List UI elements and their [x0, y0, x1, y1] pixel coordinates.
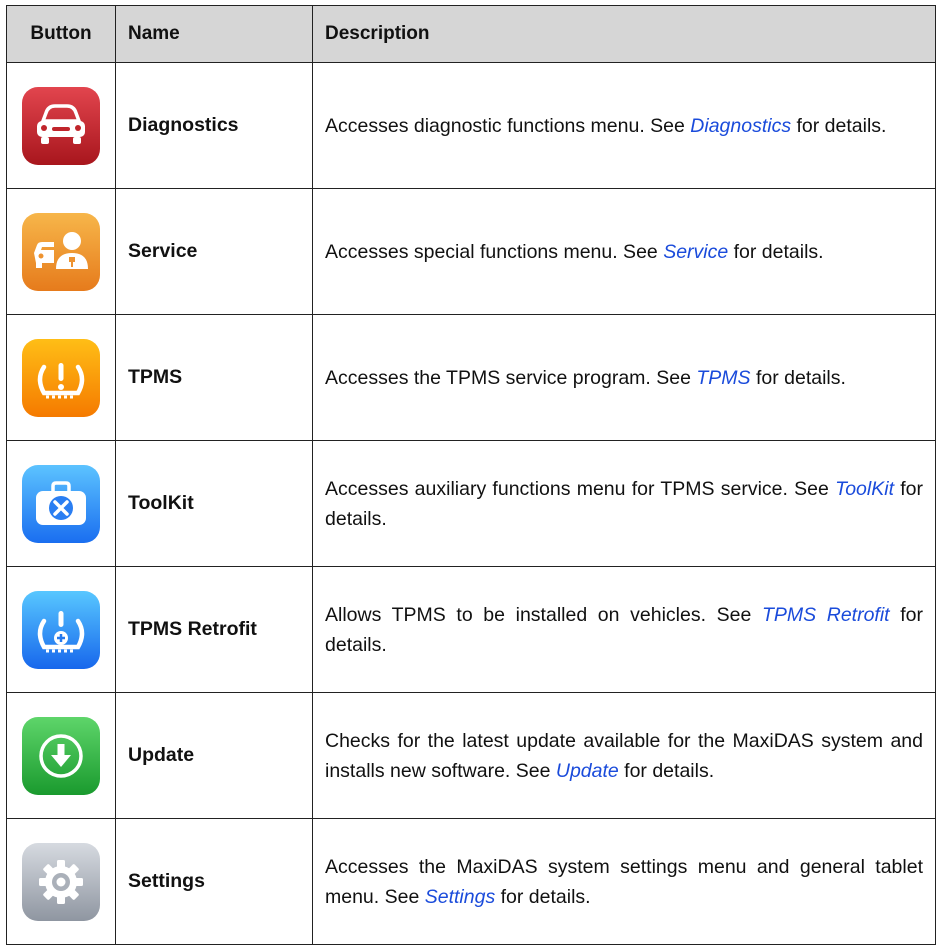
row-name: TPMS: [115, 314, 313, 441]
row-name: Settings: [115, 818, 313, 945]
description-text: for details.: [728, 240, 824, 263]
table-row: Update Checks for the latest update avai…: [6, 692, 936, 819]
description-text: for details.: [495, 885, 591, 908]
toolbox-icon[interactable]: [22, 464, 100, 543]
cross-reference-link[interactable]: ToolKit: [835, 478, 894, 500]
tire-retrofit-icon[interactable]: [22, 590, 100, 669]
car-mechanic-icon[interactable]: [22, 212, 100, 291]
description-text: for details.: [618, 759, 715, 782]
table-header-row: Button Name Description: [6, 5, 936, 63]
description-text: Accesses the MaxiDAS system settings men…: [325, 855, 923, 908]
table-row: TPMS Retrofit Allows TPMS to be installe…: [6, 566, 936, 693]
description-text: Allows TPMS to be installed on vehicles.…: [325, 603, 762, 626]
row-name: TPMS Retrofit: [115, 566, 313, 693]
row-name: ToolKit: [115, 440, 313, 567]
row-description: Accesses diagnostic functions menu. See …: [312, 62, 936, 189]
function-buttons-table: Button Name Description Diagnostics Acce…: [6, 5, 936, 945]
cross-reference-link[interactable]: Settings: [425, 886, 495, 908]
table-row: Service Accesses special functions menu.…: [6, 188, 936, 315]
row-name: Service: [115, 188, 313, 315]
table-row: Settings Accesses the MaxiDAS system set…: [6, 818, 936, 945]
row-description: Accesses the TPMS service program. See T…: [312, 314, 936, 441]
description-text: Accesses auxiliary functions menu for TP…: [325, 477, 836, 500]
gear-icon[interactable]: [22, 842, 100, 921]
header-name: Name: [115, 5, 313, 63]
header-description: Description: [312, 5, 936, 63]
car-front-icon[interactable]: [22, 86, 100, 165]
row-description: Accesses the MaxiDAS system settings men…: [312, 818, 936, 945]
row-description: Accesses special functions menu. See Ser…: [312, 188, 936, 315]
description-text: for details.: [791, 114, 887, 137]
description-text: Accesses diagnostic functions menu. See: [325, 114, 691, 137]
description-text: Accesses special functions menu. See: [325, 240, 664, 263]
cross-reference-link[interactable]: Update: [556, 760, 619, 782]
cross-reference-link[interactable]: TPMS Retrofit: [762, 604, 890, 626]
row-name: Diagnostics: [115, 62, 313, 189]
cross-reference-link[interactable]: TPMS: [696, 367, 750, 389]
row-description: Checks for the latest update available f…: [312, 692, 936, 819]
cross-reference-link[interactable]: Diagnostics: [690, 115, 791, 137]
download-arrow-icon[interactable]: [22, 716, 100, 795]
row-description: Accesses auxiliary functions menu for TP…: [312, 440, 936, 567]
row-name: Update: [115, 692, 313, 819]
table-row: ToolKit Accesses auxiliary functions men…: [6, 440, 936, 567]
tire-pressure-icon[interactable]: [22, 338, 100, 417]
description-text: Accesses the TPMS service program. See: [325, 366, 697, 389]
header-button: Button: [6, 5, 116, 63]
table-row: TPMS Accesses the TPMS service program. …: [6, 314, 936, 441]
description-text: for details.: [750, 366, 846, 389]
table-row: Diagnostics Accesses diagnostic function…: [6, 62, 936, 189]
cross-reference-link[interactable]: Service: [663, 241, 728, 263]
row-description: Allows TPMS to be installed on vehicles.…: [312, 566, 936, 693]
